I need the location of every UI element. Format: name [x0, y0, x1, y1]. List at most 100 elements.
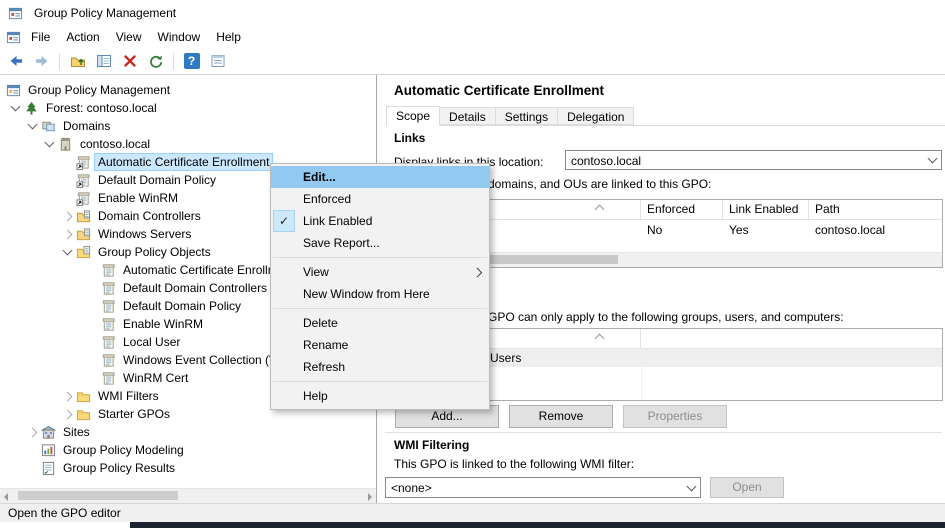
context-menu-refresh[interactable]: Refresh [271, 356, 489, 378]
tree-item-label: Automatic Certificate Enrollment [95, 154, 272, 170]
column-header-enforced[interactable]: Enforced [641, 200, 723, 219]
gpo-link-icon [76, 191, 91, 206]
location-combobox[interactable]: contoso.local [565, 150, 942, 170]
expander-open-icon[interactable] [59, 250, 76, 254]
gpo-icon [101, 263, 116, 278]
tree-item-domain-contoso[interactable]: contoso.local [0, 135, 376, 153]
help-button[interactable]: ? [180, 50, 203, 72]
column-header-link-enabled[interactable]: Link Enabled [723, 200, 809, 219]
context-menu: Edit... Enforced ✓ Link Enabled Save Rep… [270, 163, 490, 410]
expander-collapsed-icon[interactable] [24, 429, 41, 436]
tab-delegation[interactable]: Delegation [557, 107, 634, 125]
expander-collapsed-icon[interactable] [59, 411, 76, 418]
gpo-icon [101, 317, 116, 332]
checkmark-icon: ✓ [273, 210, 295, 232]
delete-x-icon [122, 53, 138, 69]
tree-item-gpm-root[interactable]: Group Policy Management [0, 81, 376, 99]
ou-icon [76, 227, 91, 242]
menu-help[interactable]: Help [208, 27, 249, 47]
status-bar: Open the GPO editor [0, 503, 945, 522]
tree-item-gp-modeling[interactable]: Group Policy Modeling [0, 441, 376, 459]
delete-button[interactable] [118, 50, 141, 72]
tree-item-label: contoso.local [77, 136, 153, 152]
security-filtering-text: GPO can only apply to the following grou… [488, 310, 844, 324]
column-divider [641, 348, 642, 399]
context-menu-rename[interactable]: Rename [271, 334, 489, 356]
scroll-right-arrow-icon[interactable] [368, 493, 372, 501]
gpo-icon [101, 353, 116, 368]
tree-item-label: Group Policy Objects [95, 244, 214, 260]
context-menu-link-enabled[interactable]: ✓ Link Enabled [271, 210, 489, 232]
menu-action[interactable]: Action [58, 27, 107, 47]
tree-item-gp-results[interactable]: Group Policy Results [0, 459, 376, 477]
domain-icon [58, 137, 73, 152]
toolbar-separator [173, 53, 174, 70]
wmi-filter-combobox[interactable]: <none> [385, 477, 701, 498]
dropdown-arrow-icon[interactable] [683, 479, 699, 496]
properties-button[interactable]: Properties [623, 405, 727, 428]
tree-item-label: Group Policy Management [25, 82, 173, 98]
cell-link-enabled: Yes [723, 220, 809, 240]
expander-open-icon[interactable] [24, 124, 41, 128]
show-console-tree-button[interactable] [92, 50, 115, 72]
open-button[interactable]: Open [710, 477, 784, 498]
tree-item-label: WMI Filters [95, 388, 162, 404]
tab-scope[interactable]: Scope [386, 106, 440, 126]
tree-item-label: Default Domain Policy [95, 172, 219, 188]
folder-icon [76, 389, 91, 404]
context-menu-view[interactable]: View [271, 261, 489, 283]
column-header-path[interactable]: Path [809, 200, 942, 219]
menu-bar: File Action View Window Help [0, 26, 945, 49]
remove-button[interactable]: Remove [509, 405, 613, 428]
column-header-blank[interactable] [641, 329, 942, 348]
tab-settings[interactable]: Settings [495, 107, 558, 125]
tree-item-domains[interactable]: Domains [0, 117, 376, 135]
tree-item-sites[interactable]: Sites [0, 423, 376, 441]
context-menu-enforced[interactable]: Enforced [271, 188, 489, 210]
expander-collapsed-icon[interactable] [59, 231, 76, 238]
gpo-link-icon [76, 155, 91, 170]
cell-path: contoso.local [809, 220, 942, 240]
gpo-icon [101, 299, 116, 314]
location-value: contoso.local [571, 154, 641, 168]
expander-open-icon[interactable] [41, 142, 58, 146]
menu-file[interactable]: File [23, 27, 58, 47]
section-divider [385, 432, 942, 433]
tree-item-label: Default Domain Policy [120, 298, 244, 314]
export-list-button[interactable] [206, 50, 229, 72]
context-menu-link-enabled-label: Link Enabled [303, 214, 372, 228]
export-list-icon [210, 53, 226, 69]
context-menu-delete[interactable]: Delete [271, 312, 489, 334]
expander-collapsed-icon[interactable] [59, 213, 76, 220]
tab-details[interactable]: Details [439, 107, 496, 125]
tree-item-label: Starter GPOs [95, 406, 173, 422]
tree-horizontal-scrollbar[interactable] [0, 488, 376, 503]
context-menu-edit[interactable]: Edit... [271, 166, 489, 188]
up-one-level-button[interactable] [66, 50, 89, 72]
tree-item-label: Domain Controllers [95, 208, 204, 224]
wmi-filter-value: <none> [391, 481, 432, 495]
context-menu-new-window[interactable]: New Window from Here [271, 283, 489, 305]
scrollbar-thumb[interactable] [18, 491, 178, 500]
tree-item-label: Domains [60, 118, 113, 134]
menu-window[interactable]: Window [150, 27, 209, 47]
scroll-left-arrow-icon[interactable] [4, 493, 8, 501]
expander-collapsed-icon[interactable] [59, 393, 76, 400]
context-menu-save-report[interactable]: Save Report... [271, 232, 489, 254]
context-menu-help[interactable]: Help [271, 385, 489, 407]
tree-item-label: Group Policy Results [60, 460, 178, 476]
dropdown-arrow-icon[interactable] [924, 152, 940, 168]
menu-view[interactable]: View [108, 27, 150, 47]
gpo-link-icon [76, 173, 91, 188]
tree-item-forest-contoso[interactable]: Forest: contoso.local [0, 99, 376, 117]
results-icon [41, 461, 56, 476]
console-icon [6, 83, 21, 98]
console-tree-icon [96, 53, 112, 69]
forward-button[interactable] [30, 50, 53, 72]
ou-icon [76, 209, 91, 224]
title-bar: Group Policy Management [0, 0, 945, 26]
back-button[interactable] [4, 50, 27, 72]
expander-open-icon[interactable] [7, 106, 24, 110]
up-one-level-icon [70, 53, 86, 69]
refresh-button[interactable] [144, 50, 167, 72]
